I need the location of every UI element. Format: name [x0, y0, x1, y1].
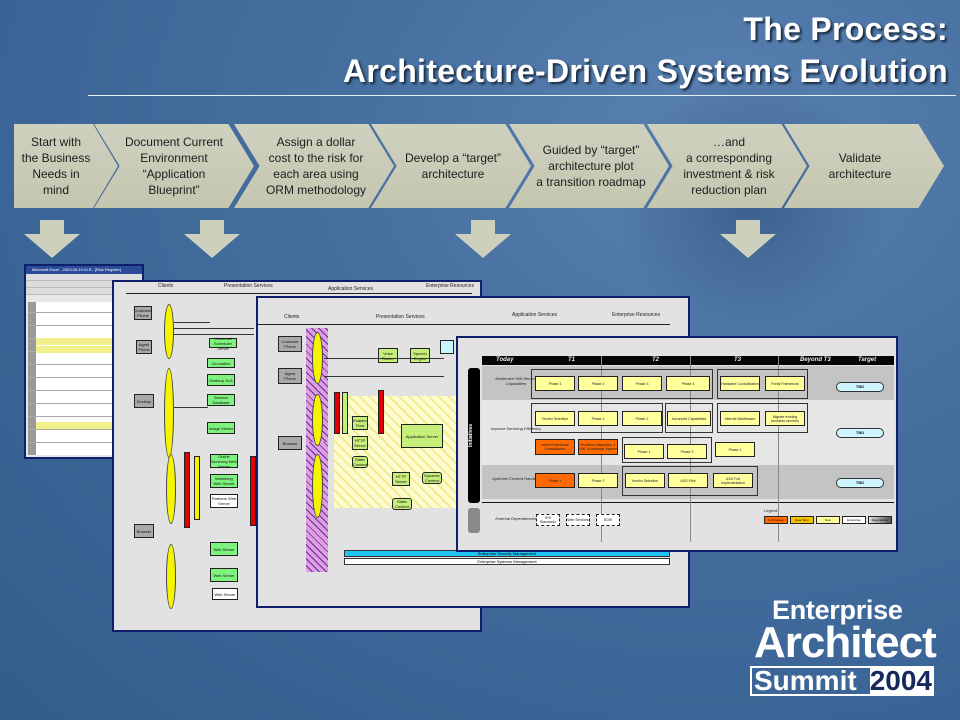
target-component — [440, 340, 454, 354]
wan-cloud — [164, 368, 174, 458]
down-arrow-icon — [24, 220, 80, 258]
logo-summit-row: Summit 2004 — [750, 666, 934, 696]
down-arrow-icon — [184, 220, 240, 258]
enterprise-initiatives-label — [468, 508, 480, 533]
logo-architect: Architect — [754, 618, 937, 667]
initiatives-label: Initiatives — [468, 368, 480, 503]
down-arrow-icon — [455, 220, 511, 258]
extranet-cloud — [312, 394, 323, 446]
load-balancer-bar — [342, 392, 348, 434]
transition-roadmap-diagram: Today T1 T2 T3 Beyond T3 Target Initiati… — [456, 336, 898, 552]
process-step-investment-plan: …and a corresponding investment & risk r… — [647, 124, 807, 208]
title-line-2: Architecture-Driven Systems Evolution — [342, 53, 948, 89]
firewall-bar — [378, 390, 384, 434]
firewall-bar — [334, 392, 340, 434]
slide-title: The Process: Architecture-Driven Systems… — [343, 8, 948, 92]
process-step-document-current: Document Current Environment “Applicatio… — [94, 124, 254, 208]
spreadsheet-title: Microsoft Excel - 2003.05.19.XLS - [Risk… — [26, 266, 142, 274]
voice-network-cloud — [164, 304, 174, 359]
process-step-roadmap: Guided by “target” architecture plot a t… — [509, 124, 669, 208]
process-flow: Validate architecture …and a correspondi… — [14, 124, 954, 208]
down-arrow-icon — [720, 220, 776, 258]
summit-logo: Enterprise Architect Summit 2004 — [750, 596, 940, 696]
extranet-cloud — [166, 454, 176, 524]
process-step-risk-cost: Assign a dollar cost to the risk for eac… — [234, 124, 394, 208]
title-line-1: The Process: — [743, 11, 948, 47]
process-step-validate: Validate architecture — [784, 124, 944, 208]
intranet-cloud — [312, 454, 323, 518]
title-divider — [88, 95, 956, 96]
logo-year: 2004 — [869, 665, 932, 696]
process-step-target-architecture: Develop a “target” architecture — [371, 124, 531, 208]
firewall-bar — [184, 452, 190, 528]
logo-summit: Summit — [754, 665, 857, 696]
load-balancer-bar — [194, 456, 200, 520]
voice-network-cloud — [312, 332, 323, 384]
roadmap-timeline-header: Today T1 T2 T3 Beyond T3 Target — [482, 356, 894, 365]
intranet-cloud — [166, 544, 176, 609]
